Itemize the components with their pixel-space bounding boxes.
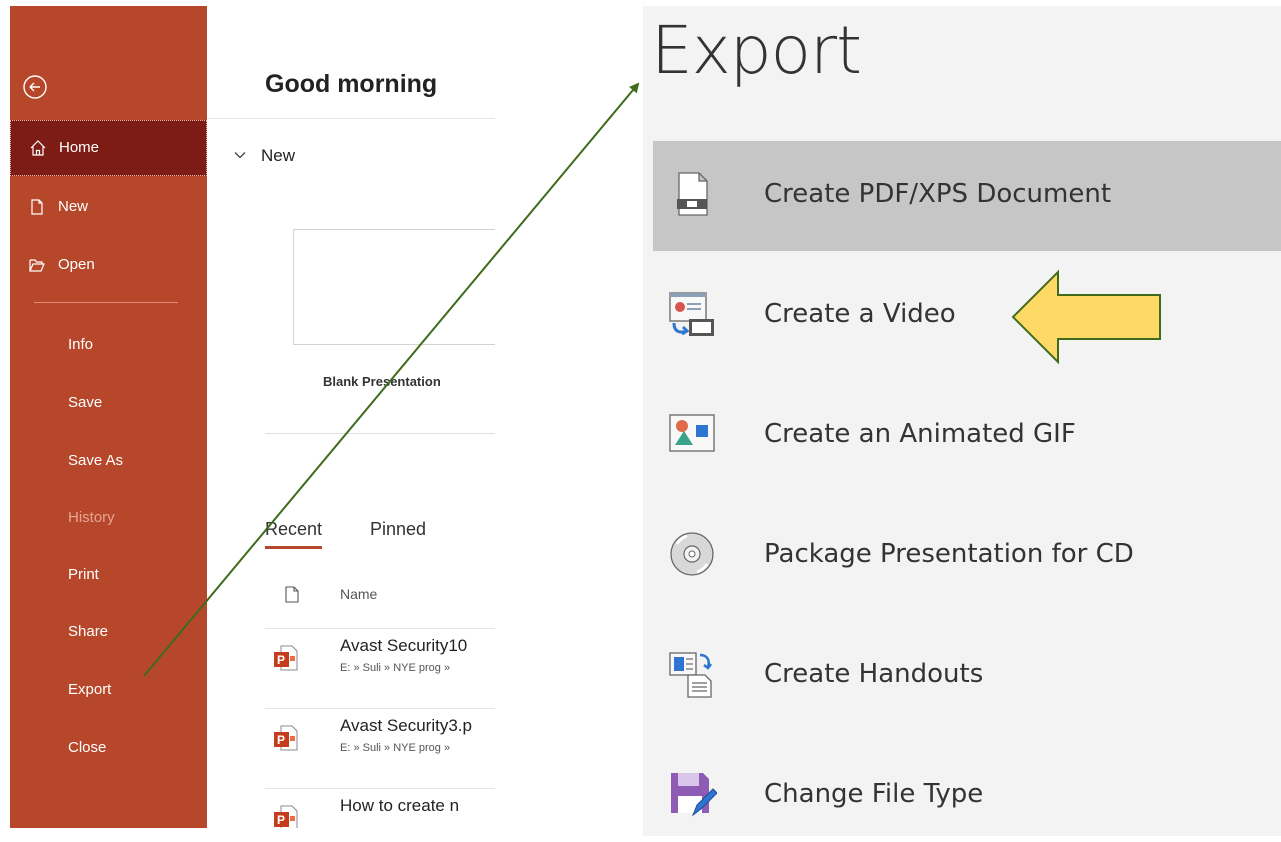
export-item-label: Change File Type — [764, 779, 984, 809]
home-icon — [30, 140, 46, 156]
divider — [265, 708, 495, 709]
divider — [265, 788, 495, 789]
export-item-label: Create a Video — [764, 299, 956, 329]
export-item-package-cd[interactable]: Package Presentation for CD — [653, 501, 1281, 611]
blank-presentation-thumbnail[interactable] — [293, 229, 495, 345]
file-name: Avast Security10 — [340, 636, 468, 655]
export-panel: Export Create PDF/XPS Document Create a … — [643, 6, 1281, 836]
export-item-handouts[interactable]: Create Handouts — [653, 621, 1281, 731]
sidebar-item-label: Export — [68, 681, 112, 698]
save-disk-icon — [671, 773, 717, 817]
backstage-panel: Home New Open Info Save Save As History — [10, 6, 495, 828]
recent-file-row[interactable]: P Avast Security10 E: » Suli » NYE prog … — [265, 628, 495, 694]
export-item-label: Package Presentation for CD — [764, 539, 1134, 569]
sidebar-item-label: New — [58, 198, 89, 215]
recent-file-row[interactable]: P Avast Security3.p E: » Suli » NYE prog… — [265, 708, 495, 774]
sidebar-item-new[interactable]: New — [10, 191, 207, 223]
new-section-label: New — [261, 146, 296, 165]
sidebar-item-save[interactable]: Save — [10, 387, 207, 419]
tab-pinned[interactable]: Pinned — [370, 519, 426, 546]
sidebar-item-label: Save — [68, 394, 103, 411]
divider — [207, 118, 495, 119]
folder-open-icon — [29, 259, 45, 272]
pdf-document-icon — [677, 172, 708, 216]
file-name: How to create n — [340, 796, 460, 815]
divider — [265, 433, 495, 434]
sidebar-divider — [34, 302, 178, 303]
sidebar-item-share[interactable]: Share — [10, 616, 207, 648]
export-title: Export — [651, 12, 862, 89]
sidebar-item-export[interactable]: Export — [10, 674, 207, 706]
greeting-title: Good morning — [265, 70, 438, 98]
sidebar-item-label: Save As — [68, 452, 124, 469]
animated-gif-icon — [669, 414, 715, 452]
column-header-name[interactable]: Name — [340, 586, 377, 602]
sidebar-item-save-as[interactable]: Save As — [10, 445, 207, 477]
home-main-area: Good morning New Blank Presentation Rece… — [207, 6, 495, 828]
svg-text:P: P — [277, 813, 285, 827]
cd-icon — [670, 532, 714, 576]
new-section-toggle[interactable]: New — [233, 146, 295, 166]
powerpoint-file-icon: P — [274, 805, 298, 828]
file-name: Avast Security3.p — [340, 716, 472, 735]
export-item-change-file-type[interactable]: Change File Type — [653, 741, 1281, 836]
file-path: E: » Suli » NYE prog » — [340, 742, 451, 754]
sidebar-item-info[interactable]: Info — [10, 329, 207, 361]
powerpoint-file-icon: P — [274, 645, 298, 671]
export-item-label: Create PDF/XPS Document — [764, 179, 1112, 209]
sidebar-item-history: History — [10, 502, 207, 534]
file-path: E: » Suli » NYE prog » — [340, 662, 451, 674]
file-type-icon — [285, 586, 299, 603]
divider — [265, 628, 495, 629]
blank-presentation-label: Blank Presentation — [323, 374, 441, 389]
sidebar-item-label: Home — [59, 139, 100, 156]
powerpoint-file-icon: P — [274, 725, 298, 751]
tab-recent[interactable]: Recent — [265, 519, 323, 549]
handouts-icon — [669, 652, 712, 698]
chevron-down-icon — [234, 152, 246, 159]
sidebar-item-print[interactable]: Print — [10, 559, 207, 591]
svg-text:P: P — [277, 733, 285, 747]
sidebar-item-label: Open — [58, 256, 95, 273]
export-item-video[interactable]: Create a Video — [653, 261, 1281, 371]
export-item-label: Create an Animated GIF — [764, 419, 1076, 449]
svg-text:P: P — [277, 653, 285, 667]
video-icon — [669, 292, 714, 336]
sidebar-item-home[interactable]: Home — [10, 120, 207, 176]
recent-file-row[interactable]: P How to create n — [265, 788, 495, 828]
sidebar-item-label: Print — [68, 566, 99, 583]
back-arrow-icon[interactable] — [22, 74, 48, 100]
sidebar-item-label: History — [68, 509, 115, 526]
sidebar-item-close[interactable]: Close — [10, 732, 207, 764]
export-item-label: Create Handouts — [764, 659, 984, 689]
sidebar-item-label: Info — [68, 336, 94, 353]
sidebar-item-label: Close — [68, 739, 107, 756]
export-item-animated-gif[interactable]: Create an Animated GIF — [653, 381, 1281, 491]
backstage-sidebar: Home New Open Info Save Save As History — [10, 6, 207, 828]
sidebar-item-label: Share — [68, 623, 109, 640]
new-file-icon — [31, 199, 43, 215]
sidebar-item-open[interactable]: Open — [10, 249, 207, 281]
export-item-pdf-xps[interactable]: Create PDF/XPS Document — [653, 141, 1281, 251]
